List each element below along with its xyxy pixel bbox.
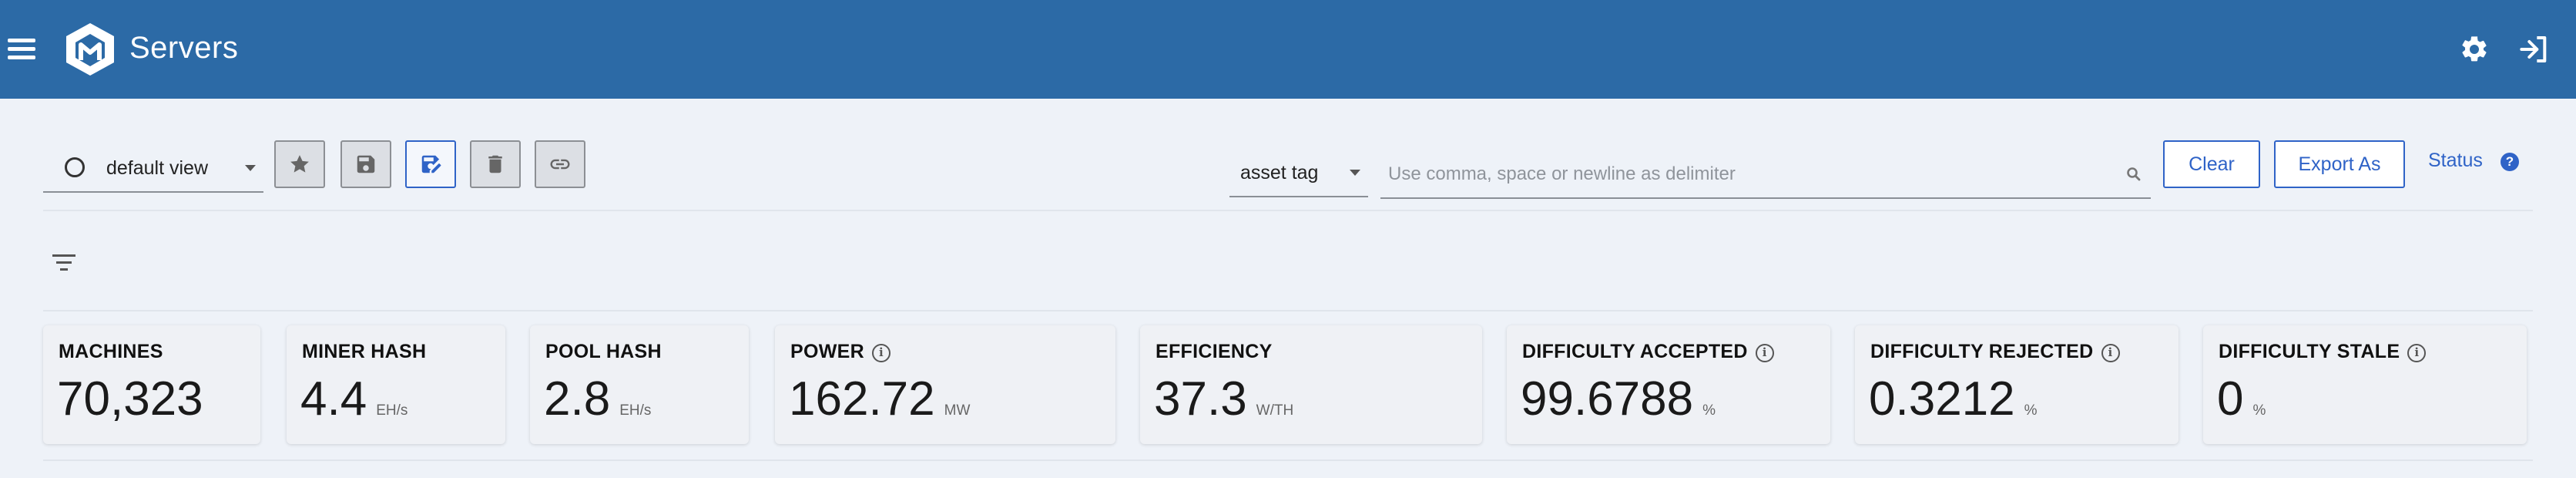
logout-icon[interactable] (2519, 34, 2550, 65)
metric-unit: % (1702, 402, 1716, 419)
chevron-down-icon (1350, 170, 1360, 176)
save-as-view-button[interactable] (405, 140, 456, 188)
info-icon[interactable]: i (1755, 344, 1774, 362)
metric-unit: EH/s (376, 402, 408, 419)
gear-icon[interactable] (2459, 34, 2490, 65)
export-as-button[interactable]: Export As (2274, 140, 2405, 188)
metric-label: POWER (790, 341, 864, 362)
view-select-value: default view (106, 157, 209, 179)
metric-value: 0 (2217, 372, 2244, 426)
metric-card-pool-hash: POOL HASH 2.8 EH/s (530, 325, 749, 444)
metric-value: 4.4 (300, 372, 367, 426)
metric-label: DIFFICULTY STALE (2219, 341, 2400, 362)
search-box (1380, 151, 2151, 199)
metric-card-power: POWER i 162.72 MW (775, 325, 1115, 444)
metric-unit: MW (944, 402, 971, 419)
clear-button[interactable]: Clear (2163, 140, 2260, 188)
delete-view-button[interactable] (470, 140, 521, 188)
page-title: Servers (129, 31, 239, 65)
help-icon[interactable]: ? (2501, 153, 2519, 171)
metric-card-difficulty-rejected: DIFFICULTY REJECTED i 0.3212% (1855, 325, 2179, 444)
metric-label: EFFICIENCY (1156, 341, 1273, 362)
info-icon[interactable]: i (871, 344, 891, 362)
metric-unit: W/TH (1256, 402, 1294, 419)
filter-icon[interactable] (51, 251, 77, 274)
metric-label: DIFFICULTY ACCEPTED (1522, 341, 1748, 362)
view-radio-icon (65, 157, 85, 177)
top-app-bar: Servers (0, 0, 2576, 99)
trash-icon (488, 155, 502, 173)
info-icon[interactable]: i (2101, 344, 2120, 362)
metric-value: 70,323 (57, 372, 203, 426)
view-select[interactable]: default view (43, 145, 263, 193)
metric-card-difficulty-stale: DIFFICULTY STALE i 0% (2203, 325, 2527, 444)
search-field-select[interactable]: asset tag (1229, 151, 1368, 197)
cube-logo-icon (66, 23, 114, 76)
status-link[interactable]: Status (2428, 150, 2483, 172)
metric-value: 2.8 (544, 372, 611, 426)
metric-value: 99.6788 (1521, 372, 1694, 426)
metric-label: MINER HASH (302, 341, 427, 362)
chevron-down-icon (245, 165, 256, 171)
hamburger-menu-icon[interactable] (8, 39, 37, 60)
metric-unit: EH/s (619, 402, 652, 419)
copy-link-button[interactable] (535, 140, 585, 188)
metric-label: MACHINES (59, 341, 163, 362)
metric-unit: % (2024, 402, 2038, 419)
metric-label: POOL HASH (545, 341, 662, 362)
search-icon[interactable] (2125, 165, 2143, 183)
metric-value: 37.3 (1154, 372, 1247, 426)
divider (43, 310, 2533, 311)
star-icon (290, 155, 309, 173)
divider (43, 210, 2533, 211)
divider (43, 459, 2533, 461)
metric-card-miner-hash: MINER HASH 4.4 EH/s (287, 325, 505, 444)
metric-card-machines: MACHINES 70,323 (43, 325, 260, 444)
save-icon (357, 155, 375, 173)
search-input[interactable] (1388, 160, 2081, 188)
save-view-button[interactable] (340, 140, 391, 188)
metric-value: 0.3212 (1869, 372, 2015, 426)
info-icon[interactable]: i (2407, 344, 2427, 362)
save-edit-icon (421, 155, 441, 173)
metric-label: DIFFICULTY REJECTED (1870, 341, 2094, 362)
metric-value: 162.72 (789, 372, 935, 426)
link-icon (550, 159, 570, 170)
metric-card-efficiency: EFFICIENCY 37.3 W/TH (1140, 325, 1482, 444)
favorite-view-button[interactable] (274, 140, 325, 188)
search-field-value: asset tag (1240, 162, 1319, 183)
metric-card-difficulty-accepted: DIFFICULTY ACCEPTED i 99.6788% (1507, 325, 1830, 444)
metric-unit: % (2252, 402, 2266, 419)
